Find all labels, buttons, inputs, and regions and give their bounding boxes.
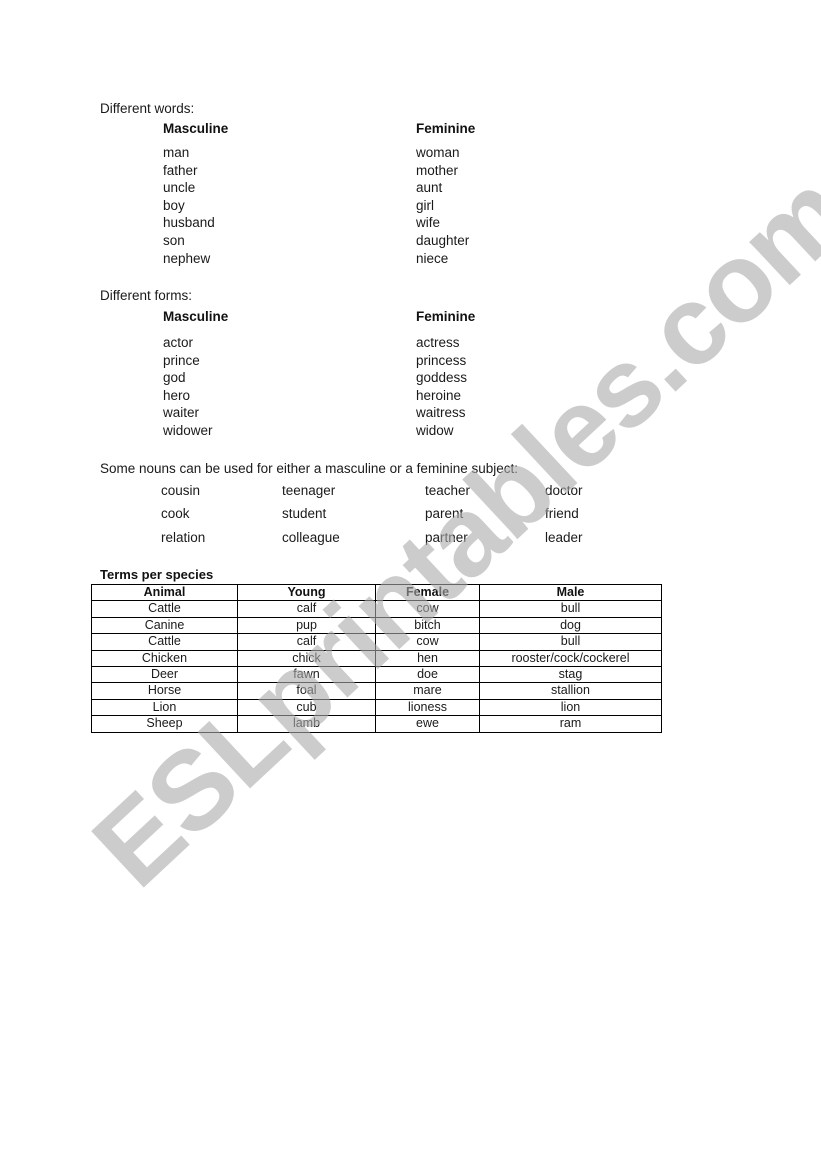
table-cell: Canine bbox=[91, 616, 238, 635]
word-item: cook bbox=[161, 506, 190, 521]
word-item: student bbox=[282, 506, 327, 521]
word-item: waiter bbox=[163, 405, 200, 421]
table-cell: stag bbox=[479, 666, 662, 684]
word-item: son bbox=[163, 232, 185, 248]
word-item: widower bbox=[163, 422, 213, 438]
different-forms-feminine-list: actress princess goddess heroine waitres… bbox=[416, 334, 467, 440]
different-forms-masculine-list: actor prince god hero waiter widower bbox=[163, 334, 213, 440]
different-forms-feminine-header: Feminine bbox=[416, 309, 476, 324]
word-item: parent bbox=[425, 506, 464, 521]
table-cell: Lion bbox=[91, 698, 238, 717]
different-words-feminine-header: Feminine bbox=[416, 121, 476, 136]
table-cell: lion bbox=[479, 698, 662, 717]
table-cell: cow bbox=[375, 600, 480, 618]
table-cell: bitch bbox=[375, 616, 480, 635]
table-cell: pup bbox=[237, 616, 376, 635]
table-cell: cub bbox=[237, 698, 376, 717]
different-forms-masculine-header: Masculine bbox=[163, 309, 229, 324]
word-item: god bbox=[163, 370, 186, 386]
word-item: uncle bbox=[163, 180, 196, 196]
table-cell: doe bbox=[375, 666, 480, 684]
species-table-caption: Terms per species bbox=[100, 567, 214, 582]
column-header-female: Female bbox=[375, 583, 480, 602]
table-row: Chicken chick hen rooster/cock/cockerel bbox=[91, 649, 662, 668]
table-row: Sheep lamb ewe ram bbox=[91, 715, 662, 733]
species-table: Animal Young Female Male Cattle calf cow… bbox=[91, 583, 662, 733]
table-cell: Cattle bbox=[91, 600, 238, 618]
table-cell: stallion bbox=[479, 682, 662, 700]
word-item: aunt bbox=[416, 180, 443, 196]
table-cell: ram bbox=[479, 715, 662, 733]
table-cell: calf bbox=[237, 600, 376, 618]
word-item: niece bbox=[416, 250, 449, 266]
word-item: widow bbox=[416, 422, 454, 438]
word-item: teenager bbox=[282, 483, 336, 498]
word-item: hero bbox=[163, 387, 191, 403]
word-item: boy bbox=[163, 197, 185, 213]
word-item: leader bbox=[545, 530, 583, 545]
word-item: friend bbox=[545, 506, 579, 521]
word-item: man bbox=[163, 145, 190, 160]
word-item: relation bbox=[161, 530, 206, 545]
word-item: teacher bbox=[425, 483, 471, 498]
word-item: mother bbox=[416, 162, 459, 178]
column-header-animal: Animal bbox=[91, 583, 238, 602]
table-cell: bull bbox=[479, 633, 662, 651]
table-cell: Cattle bbox=[91, 633, 238, 651]
table-row: Cattle calf cow bull bbox=[91, 633, 662, 651]
table-row: Cattle calf cow bull bbox=[91, 600, 662, 618]
table-row: Horse foal mare stallion bbox=[91, 682, 662, 700]
table-cell: calf bbox=[237, 633, 376, 651]
table-cell: Sheep bbox=[91, 715, 238, 733]
table-cell: bull bbox=[479, 600, 662, 618]
different-words-feminine-list: woman mother aunt girl wife daughter nie… bbox=[416, 144, 469, 267]
column-header-male: Male bbox=[479, 583, 662, 602]
table-cell: foal bbox=[237, 682, 376, 700]
word-item: woman bbox=[416, 145, 460, 160]
word-item: partner bbox=[425, 530, 468, 545]
worksheet-page: Different words: Masculine Feminine man … bbox=[0, 0, 821, 1169]
table-cell: hen bbox=[375, 649, 480, 668]
word-item: actress bbox=[416, 335, 460, 350]
table-cell: mare bbox=[375, 682, 480, 700]
word-item: daughter bbox=[416, 232, 470, 248]
table-cell: lamb bbox=[237, 715, 376, 733]
word-item: nephew bbox=[163, 250, 211, 266]
word-item: prince bbox=[163, 352, 200, 368]
table-cell: Chicken bbox=[91, 649, 238, 668]
word-item: princess bbox=[416, 352, 467, 368]
word-item: colleague bbox=[282, 530, 340, 545]
word-item: husband bbox=[163, 215, 215, 231]
table-cell: Horse bbox=[91, 682, 238, 700]
table-cell: ewe bbox=[375, 715, 480, 733]
different-words-masculine-list: man father uncle boy husband son nephew bbox=[163, 144, 215, 267]
table-cell: rooster/cock/cockerel bbox=[479, 649, 662, 668]
table-row: Lion cub lioness lion bbox=[91, 698, 662, 717]
word-item: waitress bbox=[416, 405, 466, 421]
table-header-row: Animal Young Female Male bbox=[91, 583, 662, 602]
column-header-young: Young bbox=[237, 583, 376, 602]
table-row: Deer fawn doe stag bbox=[91, 666, 662, 684]
different-words-label: Different words: bbox=[100, 101, 195, 116]
either-label: Some nouns can be used for either a masc… bbox=[100, 461, 518, 476]
word-item: wife bbox=[416, 215, 441, 231]
word-item: goddess bbox=[416, 370, 468, 386]
table-cell: chick bbox=[237, 649, 376, 668]
different-forms-label: Different forms: bbox=[100, 288, 193, 303]
table-cell: Deer bbox=[91, 666, 238, 684]
word-item: girl bbox=[416, 197, 435, 213]
word-item: heroine bbox=[416, 387, 462, 403]
table-cell: fawn bbox=[237, 666, 376, 684]
table-cell: dog bbox=[479, 616, 662, 635]
word-item: doctor bbox=[545, 483, 583, 498]
table-cell: lioness bbox=[375, 698, 480, 717]
word-item: father bbox=[163, 162, 198, 178]
word-item: actor bbox=[163, 335, 194, 350]
word-item: cousin bbox=[161, 483, 201, 498]
table-cell: cow bbox=[375, 633, 480, 651]
table-row: Canine pup bitch dog bbox=[91, 616, 662, 635]
different-words-masculine-header: Masculine bbox=[163, 121, 229, 136]
